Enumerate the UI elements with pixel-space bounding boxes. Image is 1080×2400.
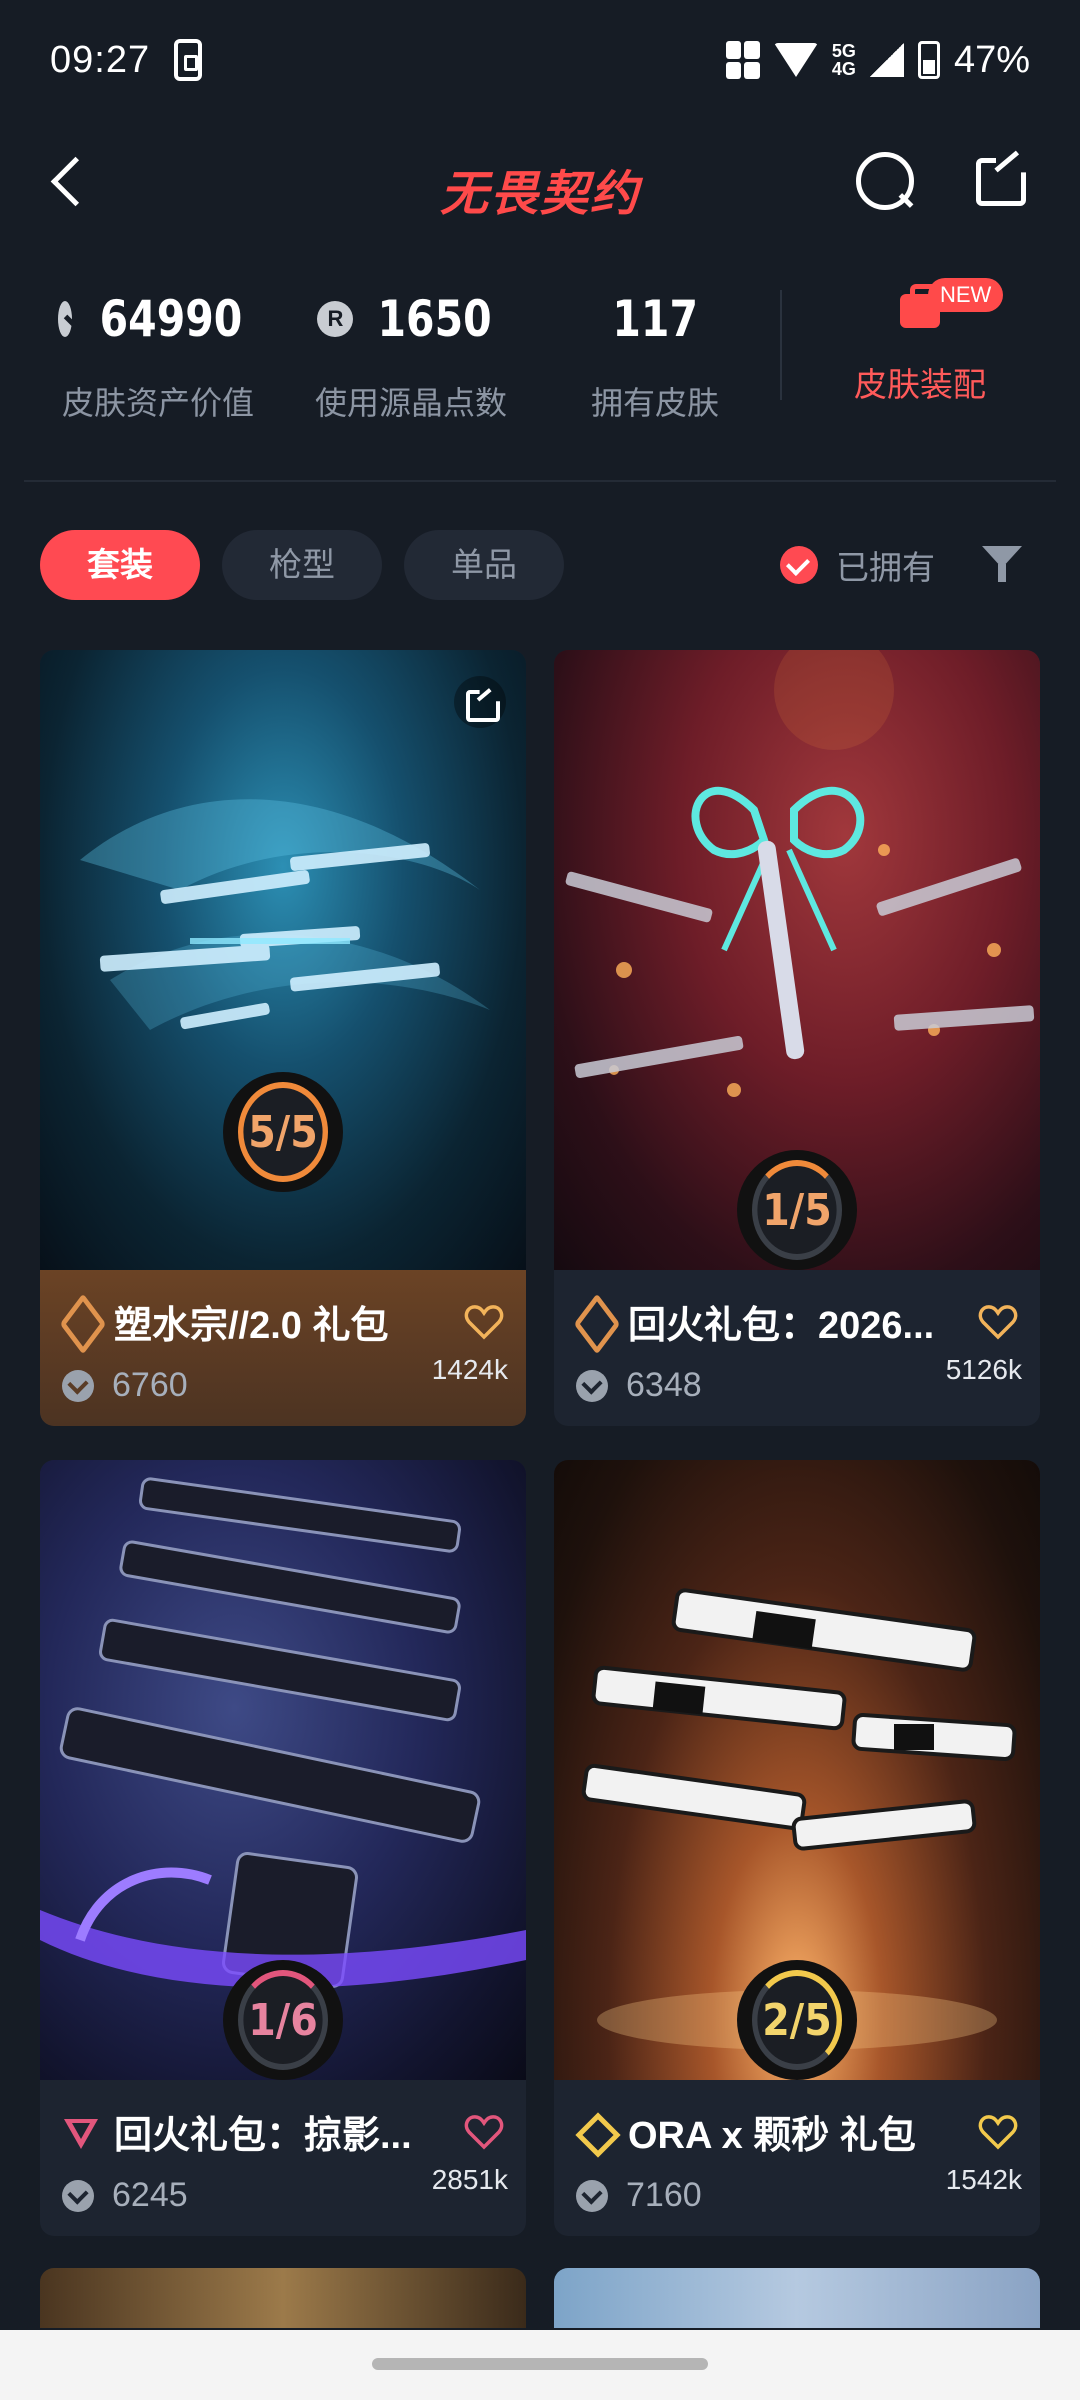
battery-icon <box>917 41 940 79</box>
vp-coin-icon <box>62 2179 94 2212</box>
home-handle[interactable] <box>372 2358 708 2370</box>
filter-bar: 套装 枪型 单品 已拥有 <box>0 530 1080 606</box>
battery-percent: 47% <box>953 38 1030 81</box>
progress-text: 2/5 <box>752 1970 842 2070</box>
tier-icon <box>576 1303 614 1341</box>
status-bar: 09:27 5G 4G 47% <box>0 0 1080 120</box>
bundle-card[interactable]: 1/5 回火礼包：2026... 6348 5126k <box>554 650 1040 1426</box>
card-price: 6760 <box>112 1366 188 1404</box>
card-info: 回火礼包：2026... 6348 5126k <box>554 1270 1040 1426</box>
card-count: 5126k <box>945 1354 1022 1385</box>
new-badge: NEW <box>928 278 1004 312</box>
stat-owned-skins: 117 拥有皮肤 <box>590 290 719 421</box>
heart-icon[interactable] <box>464 2114 504 2150</box>
heart-icon[interactable] <box>464 1304 504 1340</box>
share-icon[interactable] <box>976 150 1032 206</box>
card-share-icon[interactable] <box>454 676 506 728</box>
card-count: 1542k <box>945 2164 1022 2195</box>
radianite-icon: R <box>317 301 354 337</box>
tab-weapon-type[interactable]: 枪型 <box>222 530 382 600</box>
cell-signal-icon <box>869 43 904 77</box>
status-time: 09:27 <box>50 38 151 81</box>
tier-icon <box>576 2113 614 2151</box>
card-title: 回火礼包：掠影... <box>114 2115 412 2157</box>
progress-text: 5/5 <box>238 1082 328 1182</box>
wifi-icon <box>773 43 818 77</box>
filter-icon[interactable] <box>982 546 1022 586</box>
card-info: ORA x 颗秒 礼包 7160 1542k <box>554 2080 1040 2236</box>
tab-bundle[interactable]: 套装 <box>40 530 200 600</box>
gesture-nav-bar <box>0 2330 1080 2400</box>
stat-asset-value: 64990 皮肤资产价值 <box>58 290 258 424</box>
progress-text: 1/5 <box>752 1160 842 1260</box>
progress-ring: 1/6 <box>223 1960 343 2080</box>
card-info: 塑水宗//2.0 礼包 6760 1424k <box>40 1270 526 1426</box>
bundle-card[interactable]: 2/5 ORA x 颗秒 礼包 7160 1542k <box>554 1460 1040 2236</box>
status-indicators: 5G 4G 47% <box>725 38 1030 82</box>
bundle-card[interactable]: 1/6 回火礼包：掠影... 6245 2851k <box>40 1460 526 2236</box>
vp-coin-icon <box>576 2179 608 2212</box>
vp-coin-icon <box>58 301 73 337</box>
heart-icon[interactable] <box>978 1304 1018 1340</box>
divider <box>24 480 1056 482</box>
progress-ring: 5/5 <box>223 1072 343 1192</box>
progress-ring: 2/5 <box>737 1960 857 2080</box>
card-count: 2851k <box>431 2164 508 2195</box>
vp-coin-icon <box>576 1369 608 1402</box>
card-count: 1424k <box>431 1354 508 1385</box>
card-price: 6348 <box>626 1366 702 1404</box>
card-title: 塑水宗//2.0 礼包 <box>114 1305 389 1347</box>
stat-rp-points: R 1650 使用源晶点数 <box>314 290 507 421</box>
stats-divider <box>780 290 782 400</box>
bundle-card-peek[interactable] <box>40 2268 526 2328</box>
card-title: ORA x 颗秒 礼包 <box>628 2115 916 2157</box>
progress-text: 1/6 <box>238 1970 328 2070</box>
network-type: 5G 4G <box>831 41 856 79</box>
bundle-card-peek[interactable] <box>554 2268 1040 2328</box>
phone-sync-icon <box>174 39 203 81</box>
hd-signal-icon <box>725 41 760 79</box>
stats-row: 64990 皮肤资产价值 R 1650 使用源晶点数 117 拥有皮肤 NEW … <box>0 270 1080 430</box>
check-icon <box>780 546 818 584</box>
card-price: 6245 <box>112 2176 188 2214</box>
card-title: 回火礼包：2026... <box>628 1305 935 1347</box>
card-price: 7160 <box>626 2176 702 2214</box>
skin-loadout-button[interactable]: NEW 皮肤装配 <box>820 278 1020 406</box>
app-header: 无畏契约 <box>0 120 1080 240</box>
card-info: 回火礼包：掠影... 6245 2851k <box>40 2080 526 2236</box>
tier-icon <box>62 2113 100 2151</box>
bundle-card[interactable]: 5/5 塑水宗//2.0 礼包 6760 1424k <box>40 650 526 1426</box>
search-icon[interactable] <box>852 148 916 212</box>
progress-ring: 1/5 <box>737 1150 857 1270</box>
owned-toggle[interactable]: 已拥有 <box>780 530 935 600</box>
tier-icon <box>62 1303 100 1341</box>
heart-icon[interactable] <box>978 2114 1018 2150</box>
tab-single-item[interactable]: 单品 <box>404 530 564 600</box>
vp-coin-icon <box>62 1369 94 1402</box>
app-logo: 无畏契约 <box>439 168 640 221</box>
